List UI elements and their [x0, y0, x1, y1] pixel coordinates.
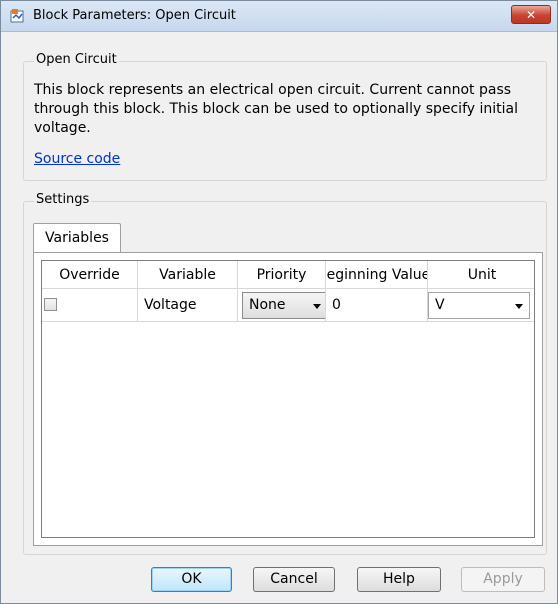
dialog-window: Block Parameters: Open Circuit ✕ Open Ci…: [0, 0, 558, 604]
window-title: Block Parameters: Open Circuit: [33, 8, 236, 23]
column-header-priority[interactable]: Priority: [238, 261, 326, 289]
column-header-variable[interactable]: Variable: [138, 261, 238, 289]
cell-beginning-value[interactable]: 0: [326, 289, 428, 322]
variables-table: Override Variable Priority Beginning Val…: [41, 260, 535, 538]
column-header-beginning-value[interactable]: Beginning Value: [326, 261, 428, 289]
variables-tab-panel: Override Variable Priority Beginning Val…: [33, 252, 543, 546]
beginning-value-header-text: Beginning Value: [326, 267, 428, 283]
simulink-block-icon: [10, 9, 24, 23]
cancel-button[interactable]: Cancel: [253, 567, 335, 592]
ok-button[interactable]: OK: [151, 567, 232, 592]
unit-value: V: [435, 297, 445, 313]
chevron-down-icon: [515, 304, 523, 309]
priority-value: None: [249, 297, 286, 313]
beginning-value-field: 0: [332, 297, 341, 313]
title-bar[interactable]: Block Parameters: Open Circuit ✕: [1, 1, 557, 32]
tab-variables[interactable]: Variables: [33, 223, 121, 253]
block-description: This block represents an electrical open…: [34, 82, 518, 136]
cell-variable: Voltage: [138, 289, 238, 322]
block-group-label: Open Circuit: [34, 52, 119, 67]
override-checkbox[interactable]: [44, 298, 57, 311]
variable-name: Voltage: [144, 297, 197, 313]
priority-dropdown[interactable]: None: [242, 292, 325, 319]
chevron-down-icon: [313, 304, 321, 309]
column-header-unit[interactable]: Unit: [428, 261, 534, 289]
unit-dropdown[interactable]: V: [428, 292, 530, 319]
close-button[interactable]: ✕: [511, 5, 551, 24]
apply-button[interactable]: Apply: [461, 567, 545, 592]
settings-group-label: Settings: [34, 192, 92, 207]
cell-unit: V: [428, 289, 534, 322]
close-icon: ✕: [525, 8, 537, 22]
source-code-link[interactable]: Source code: [34, 151, 120, 167]
cell-priority: None: [238, 289, 326, 322]
help-button[interactable]: Help: [357, 567, 441, 592]
cell-override: [42, 289, 138, 322]
column-header-override[interactable]: Override: [42, 261, 138, 289]
